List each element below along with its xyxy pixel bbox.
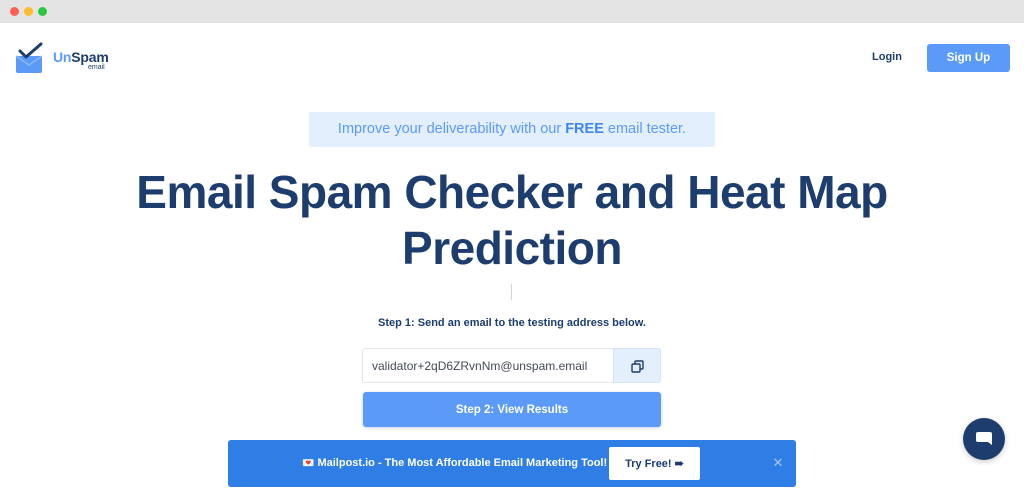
chat-bubble-icon — [976, 432, 992, 445]
step1-label: Step 1: Send an email to the testing add… — [378, 317, 646, 329]
window-close-dot[interactable] — [10, 7, 19, 16]
promo-banner: Improve your deliverability with our FRE… — [309, 112, 715, 147]
divider — [511, 284, 512, 300]
mailpost-ad-bar: 💌 Mailpost.io - The Most Affordable Email… — [228, 440, 796, 487]
unspam-logo[interactable]: UnSpam email — [14, 42, 124, 76]
window-maximize-dot[interactable] — [38, 7, 47, 16]
copy-address-button[interactable] — [613, 348, 661, 383]
envelope-check-icon — [15, 42, 43, 73]
copy-icon — [631, 360, 644, 373]
try-free-button[interactable]: Try Free! ➠ — [609, 447, 700, 480]
view-results-button[interactable]: Step 2: View Results — [363, 392, 661, 427]
testing-address-input[interactable] — [362, 348, 613, 383]
chat-launcher-button[interactable] — [963, 418, 1005, 460]
ad-text[interactable]: 💌 Mailpost.io - The Most Affordable Email… — [302, 440, 607, 487]
window-minimize-dot[interactable] — [24, 7, 33, 16]
sign-up-button[interactable]: Sign Up — [927, 44, 1010, 72]
login-link[interactable]: Login — [872, 51, 902, 63]
close-icon[interactable]: ✕ — [771, 456, 785, 470]
page-title: Email Spam Checker and Heat Map Predicti… — [136, 166, 888, 274]
window-titlebar — [0, 0, 1024, 23]
love-letter-icon: 💌 — [302, 458, 315, 469]
logo-wordmark: UnSpam — [53, 49, 109, 65]
logo-subtitle: email — [88, 64, 105, 71]
